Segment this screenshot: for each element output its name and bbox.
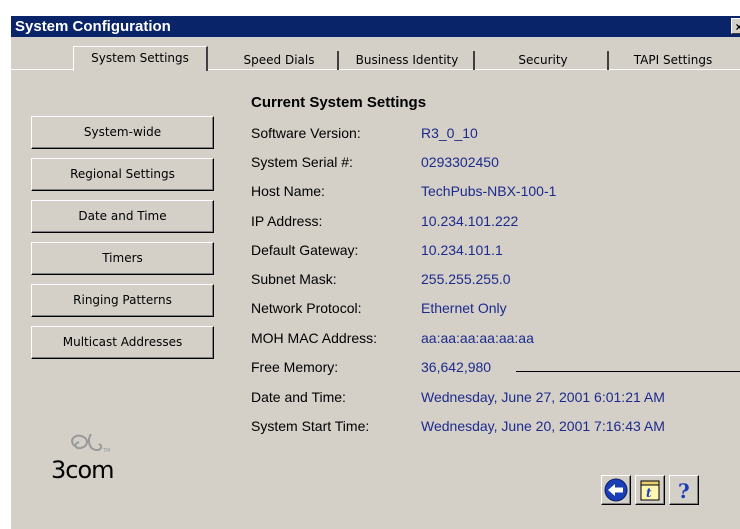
software-version-value: R3_0_10: [421, 125, 478, 141]
back-arrow-icon: [604, 478, 628, 502]
serial-number-value: 0293302450: [421, 154, 499, 170]
multicast-addresses-button[interactable]: Multicast Addresses: [31, 326, 214, 359]
window-title: System Configuration: [15, 18, 171, 35]
help-question-icon: ?: [678, 479, 690, 503]
system-configuration-window: System Configuration × System Settings S…: [10, 16, 740, 529]
network-protocol-value: Ethernet Only: [421, 300, 507, 316]
system-start-time-value: Wednesday, June 20, 2001 7:16:43 AM: [421, 418, 665, 434]
ip-address-value: 10.234.101.222: [421, 213, 519, 229]
3com-logo-mark-icon: TM: [71, 433, 110, 454]
title-bar: System Configuration ×: [11, 16, 740, 37]
notes-button[interactable]: t: [635, 475, 665, 505]
tab-security[interactable]: Security: [479, 51, 609, 70]
setting-label: MOH MAC Address:: [251, 330, 378, 346]
timers-button[interactable]: Timers: [31, 242, 214, 275]
notepad-icon: t: [640, 480, 660, 501]
free-memory-value: 36,642,980: [421, 359, 492, 375]
tab-speed-dials[interactable]: Speed Dials: [221, 51, 339, 70]
setting-label: Subnet Mask:: [251, 271, 337, 287]
host-name-value: TechPubs-NBX-100-1: [421, 183, 557, 199]
regional-settings-button[interactable]: Regional Settings: [31, 158, 214, 191]
settings-heading: Current System Settings: [251, 94, 427, 111]
setting-label: System Start Time:: [251, 418, 370, 434]
help-button[interactable]: ?: [669, 475, 699, 505]
tab-system-settings[interactable]: System Settings: [73, 46, 208, 71]
subnet-mask-value: 255.255.255.0: [421, 271, 511, 287]
date-and-time-button[interactable]: Date and Time: [31, 200, 214, 233]
back-button[interactable]: [601, 475, 631, 505]
setting-label: Software Version:: [251, 125, 361, 141]
free-memory-bar: [516, 371, 740, 372]
svg-text:t: t: [646, 486, 652, 500]
tab-tapi-settings[interactable]: TAPI Settings: [611, 51, 735, 70]
setting-label: Free Memory:: [251, 359, 339, 375]
svg-text:?: ?: [678, 479, 690, 503]
setting-label: Network Protocol:: [251, 300, 362, 316]
tab-business-identity[interactable]: Business Identity: [341, 51, 475, 70]
setting-label: Date and Time:: [251, 389, 346, 405]
tab-bar: System Settings Speed Dials Business Ide…: [11, 40, 740, 71]
setting-label: Host Name:: [251, 183, 325, 199]
ringing-patterns-button[interactable]: Ringing Patterns: [31, 284, 214, 317]
default-gateway-value: 10.234.101.1: [421, 242, 503, 258]
system-wide-button[interactable]: System-wide: [31, 116, 214, 149]
setting-label: IP Address:: [251, 213, 323, 229]
date-and-time-value: Wednesday, June 27, 2001 6:01:21 AM: [421, 389, 665, 405]
moh-mac-address-value: aa:aa:aa:aa:aa:aa: [421, 330, 534, 346]
setting-label: Default Gateway:: [251, 242, 359, 258]
setting-label: System Serial #:: [251, 154, 353, 170]
3com-logo-text: 3com: [51, 456, 115, 484]
close-icon[interactable]: ×: [731, 18, 740, 34]
svg-text:TM: TM: [102, 448, 110, 454]
